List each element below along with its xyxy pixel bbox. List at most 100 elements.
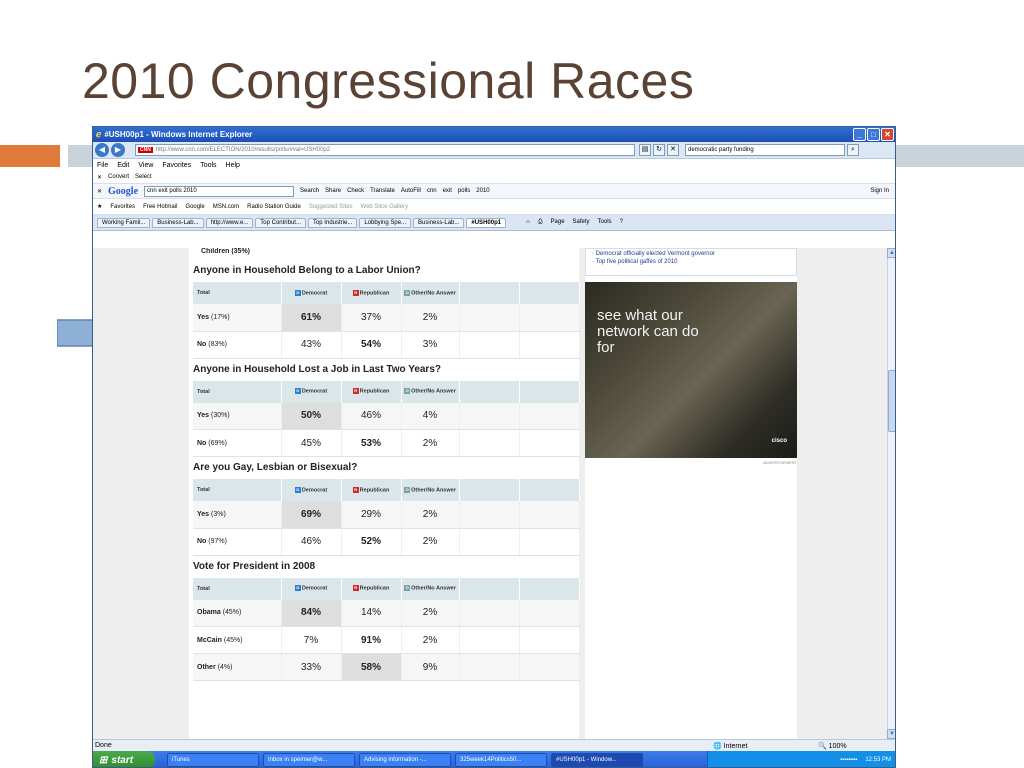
- favorites-star-icon[interactable]: ★: [97, 203, 102, 210]
- back-button[interactable]: ◀: [95, 143, 109, 157]
- cisco-ad[interactable]: see what our network can do for cisco: [585, 282, 797, 458]
- table-row: Obama (45%) 84% 14% 2%: [193, 599, 580, 627]
- tab-top-contributors[interactable]: Top Contribut...: [255, 217, 306, 228]
- republican-value: 91%: [341, 626, 402, 654]
- slide: 2010 Congressional Races ℯ #USH00p1 - Wi…: [0, 0, 1024, 768]
- highlight-cnn[interactable]: cnn: [427, 188, 437, 194]
- security-zone: 🌐 Internet: [713, 742, 748, 750]
- tab-business-lab-2[interactable]: Business-Lab...: [413, 217, 465, 228]
- tab-lobbying-spending[interactable]: Lobbying Spe...: [359, 217, 412, 228]
- menu-edit[interactable]: Edit: [117, 162, 129, 169]
- start-button[interactable]: ⊞ start: [93, 751, 155, 767]
- help-icon[interactable]: ?: [620, 219, 623, 226]
- poll-header-row: Total D Democrat R Republican O Other/No Answe…: [193, 479, 580, 501]
- news-link-1[interactable]: · Democrat officially elected Vermont go…: [592, 251, 790, 257]
- menu-favorites[interactable]: Favorites: [162, 162, 191, 169]
- google-autofill-button[interactable]: AutoFill: [401, 188, 421, 194]
- fav-msn[interactable]: MSN.com: [213, 204, 239, 210]
- tab-working-families[interactable]: Working Famil...: [97, 217, 151, 228]
- favorites-button[interactable]: Favorites: [110, 204, 135, 210]
- table-row: Yes (3%) 69% 29% 2%: [193, 501, 580, 529]
- print-icon[interactable]: ⎙: [538, 219, 543, 226]
- republican-value: 54%: [341, 331, 402, 359]
- header-blank: [519, 479, 580, 501]
- menu-file[interactable]: File: [97, 162, 108, 169]
- democrat-value: 45%: [281, 429, 342, 457]
- search-icon[interactable]: ⌕: [847, 144, 859, 156]
- compat-icon[interactable]: ▤: [639, 144, 651, 156]
- convert-button[interactable]: Convert: [108, 174, 129, 180]
- browser-titlebar: ℯ #USH00p1 - Windows Internet Explorer _…: [93, 127, 895, 142]
- fav-free-hotmail[interactable]: Free Hotmail: [143, 204, 177, 210]
- sidebar: · Democrat officially elected Vermont go…: [585, 248, 797, 739]
- page-content: Children (35%) Anyone in Household Belon…: [93, 248, 895, 739]
- scroll-up-icon[interactable]: ▲: [887, 248, 895, 258]
- tools-menu[interactable]: Tools: [598, 219, 612, 226]
- header-republican: R Republican: [341, 282, 402, 304]
- scroll-down-icon[interactable]: ▼: [887, 729, 895, 739]
- google-check-button[interactable]: Check: [347, 188, 364, 194]
- other-icon: O: [404, 388, 411, 395]
- header-republican: R Republican: [341, 479, 402, 501]
- page-menu[interactable]: Page: [551, 219, 565, 226]
- other-value: 2%: [401, 626, 460, 654]
- task-inbox[interactable]: Inbox in speimer@w...: [263, 753, 355, 767]
- maximize-icon[interactable]: □: [867, 128, 880, 141]
- address-bar[interactable]: CNN http://www.cnn.com/ELECTION/2010/res…: [135, 144, 635, 156]
- close-icon[interactable]: ✕: [881, 128, 894, 141]
- minimize-icon[interactable]: _: [853, 128, 866, 141]
- ad-headline: see what our network can do for: [597, 307, 699, 356]
- menu-help[interactable]: Help: [226, 162, 240, 169]
- news-link-2[interactable]: · Top five political gaffes of 2010: [592, 259, 790, 265]
- table-row: Yes (30%) 50% 46% 4%: [193, 402, 580, 430]
- republican-value: 53%: [341, 429, 402, 457]
- sign-in-button[interactable]: Sign In: [870, 188, 889, 194]
- republican-value: 29%: [341, 501, 402, 529]
- zoom-level[interactable]: 🔍 100%: [818, 742, 847, 750]
- header-other: O Other/No Answer: [401, 577, 460, 600]
- highlight-polls[interactable]: polls: [458, 188, 470, 194]
- accent-bar: [0, 145, 60, 167]
- header-democrat: D Democrat: [281, 380, 342, 403]
- google-search-button[interactable]: Search: [300, 188, 319, 194]
- tab-business-lab-1[interactable]: Business-Lab...: [152, 217, 204, 228]
- tray-icons[interactable]: ▪▪▪▪▪▪▪▪: [840, 757, 857, 763]
- tab-top-industries[interactable]: Top Industrie...: [307, 217, 358, 228]
- safety-menu[interactable]: Safety: [573, 219, 590, 226]
- refresh-icon[interactable]: ↻: [653, 144, 665, 156]
- task-itunes[interactable]: iTunes: [167, 753, 259, 767]
- vertical-scrollbar[interactable]: ▲ ▼: [887, 248, 895, 739]
- fav-suggested-sites[interactable]: Suggested Sites: [309, 204, 353, 210]
- highlight-2010[interactable]: 2010: [476, 188, 489, 194]
- window-controls: _ □ ✕: [853, 128, 894, 141]
- scroll-thumb[interactable]: [888, 370, 895, 432]
- forward-button[interactable]: ▶: [111, 143, 125, 157]
- home-icon[interactable]: ⌂: [526, 219, 530, 226]
- google-translate-button[interactable]: Translate: [370, 188, 395, 194]
- fav-radio-station-guide[interactable]: Radio Station Guide: [247, 204, 301, 210]
- row-label: No (83%): [193, 331, 282, 359]
- search-input[interactable]: democratic party funding: [685, 144, 845, 156]
- google-search-input[interactable]: cnn exit polls 2010: [144, 185, 295, 197]
- select-button[interactable]: Select: [135, 174, 152, 180]
- menu-tools[interactable]: Tools: [200, 162, 216, 169]
- close-toolbar-icon[interactable]: ✕: [97, 174, 102, 181]
- stop-icon[interactable]: ✕: [667, 144, 679, 156]
- highlight-exit[interactable]: exit: [443, 188, 452, 194]
- other-value: 2%: [401, 528, 460, 556]
- row-label: Obama (45%): [193, 599, 282, 627]
- header-total: Total: [193, 282, 282, 304]
- fav-web-slice-gallery[interactable]: Web Slice Gallery: [361, 204, 409, 210]
- task-advising[interactable]: Advising information -...: [359, 753, 451, 767]
- tab-http-www[interactable]: http://www.e...: [205, 217, 254, 228]
- menu-view[interactable]: View: [138, 162, 153, 169]
- empty-cell: [459, 429, 520, 457]
- google-share-button[interactable]: Share: [325, 188, 341, 194]
- tab-ush00p1[interactable]: #USH00p1: [466, 217, 507, 228]
- republican-icon: R: [352, 388, 359, 395]
- address-buttons: ▤ ↻ ✕: [639, 144, 679, 156]
- close-google-icon[interactable]: ✕: [97, 188, 102, 195]
- fav-google[interactable]: Google: [185, 204, 204, 210]
- task-politics-doc[interactable]: 325week14Politics50...: [455, 753, 547, 767]
- task-browser[interactable]: #USH00p1 - Window...: [551, 753, 643, 767]
